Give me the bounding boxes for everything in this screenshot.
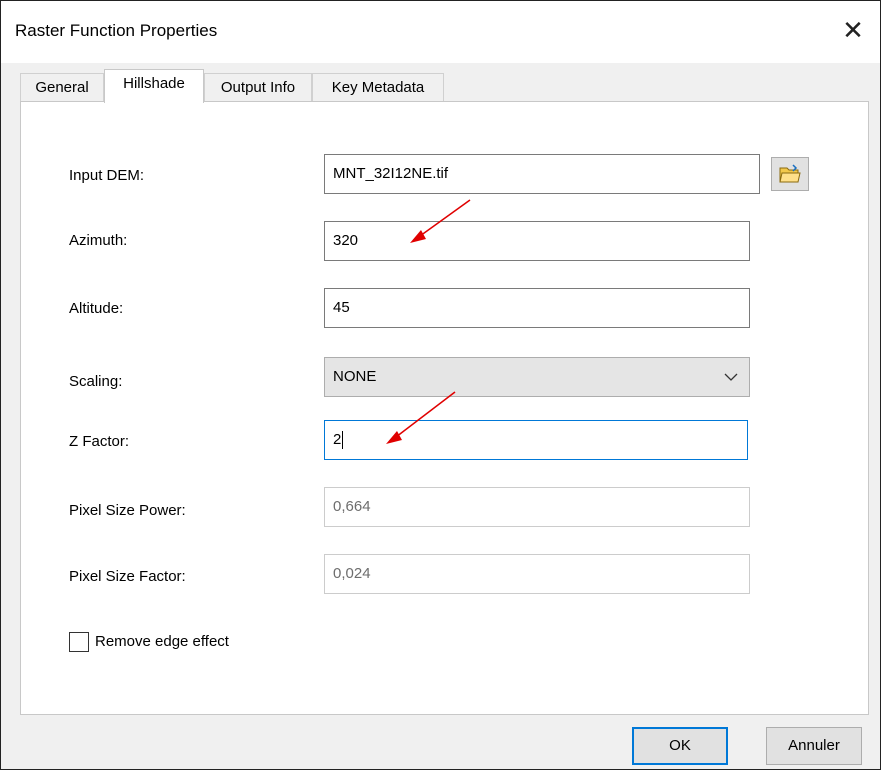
azimuth-label: Azimuth: xyxy=(69,232,128,249)
text-caret xyxy=(342,431,344,450)
pixel-size-power-field[interactable]: 0,664 xyxy=(324,487,750,527)
remove-edge-effect-label[interactable]: Remove edge effect xyxy=(95,633,229,650)
scaling-dropdown[interactable]: NONE xyxy=(324,357,750,397)
hillshade-panel: Input DEM: MNT_32I12NE.tif Azimuth: 320 … xyxy=(20,101,869,715)
cancel-button[interactable]: Annuler xyxy=(766,727,862,765)
close-icon[interactable]: ✕ xyxy=(836,13,870,47)
z-factor-field[interactable]: 2 xyxy=(324,420,748,460)
title-bar: Raster Function Properties ✕ xyxy=(1,1,880,63)
tab-hillshade[interactable]: Hillshade xyxy=(104,69,204,103)
altitude-field[interactable]: 45 xyxy=(324,288,750,328)
azimuth-field[interactable]: 320 xyxy=(324,221,750,261)
z-factor-value: 2 xyxy=(333,431,342,448)
chevron-down-icon xyxy=(724,373,738,381)
input-dem-label: Input DEM: xyxy=(69,167,145,184)
tab-key-metadata[interactable]: Key Metadata xyxy=(312,73,444,101)
raster-function-properties-dialog: Raster Function Properties ✕ General Hil… xyxy=(0,0,881,770)
folder-open-icon xyxy=(779,164,801,183)
window-title: Raster Function Properties xyxy=(15,21,218,40)
z-factor-label: Z Factor: xyxy=(69,433,130,450)
input-dem-field[interactable]: MNT_32I12NE.tif xyxy=(324,154,760,194)
tab-output-info[interactable]: Output Info xyxy=(204,73,312,101)
remove-edge-effect-checkbox[interactable] xyxy=(69,632,89,652)
scaling-selected-value: NONE xyxy=(333,368,377,385)
altitude-label: Altitude: xyxy=(69,300,124,317)
ok-button[interactable]: OK xyxy=(632,727,728,765)
tab-general[interactable]: General xyxy=(20,73,104,101)
browse-button[interactable] xyxy=(771,157,809,191)
pixel-size-power-label: Pixel Size Power: xyxy=(69,502,186,519)
pixel-size-factor-field[interactable]: 0,024 xyxy=(324,554,750,594)
pixel-size-factor-label: Pixel Size Factor: xyxy=(69,568,186,585)
scaling-label: Scaling: xyxy=(69,373,123,390)
